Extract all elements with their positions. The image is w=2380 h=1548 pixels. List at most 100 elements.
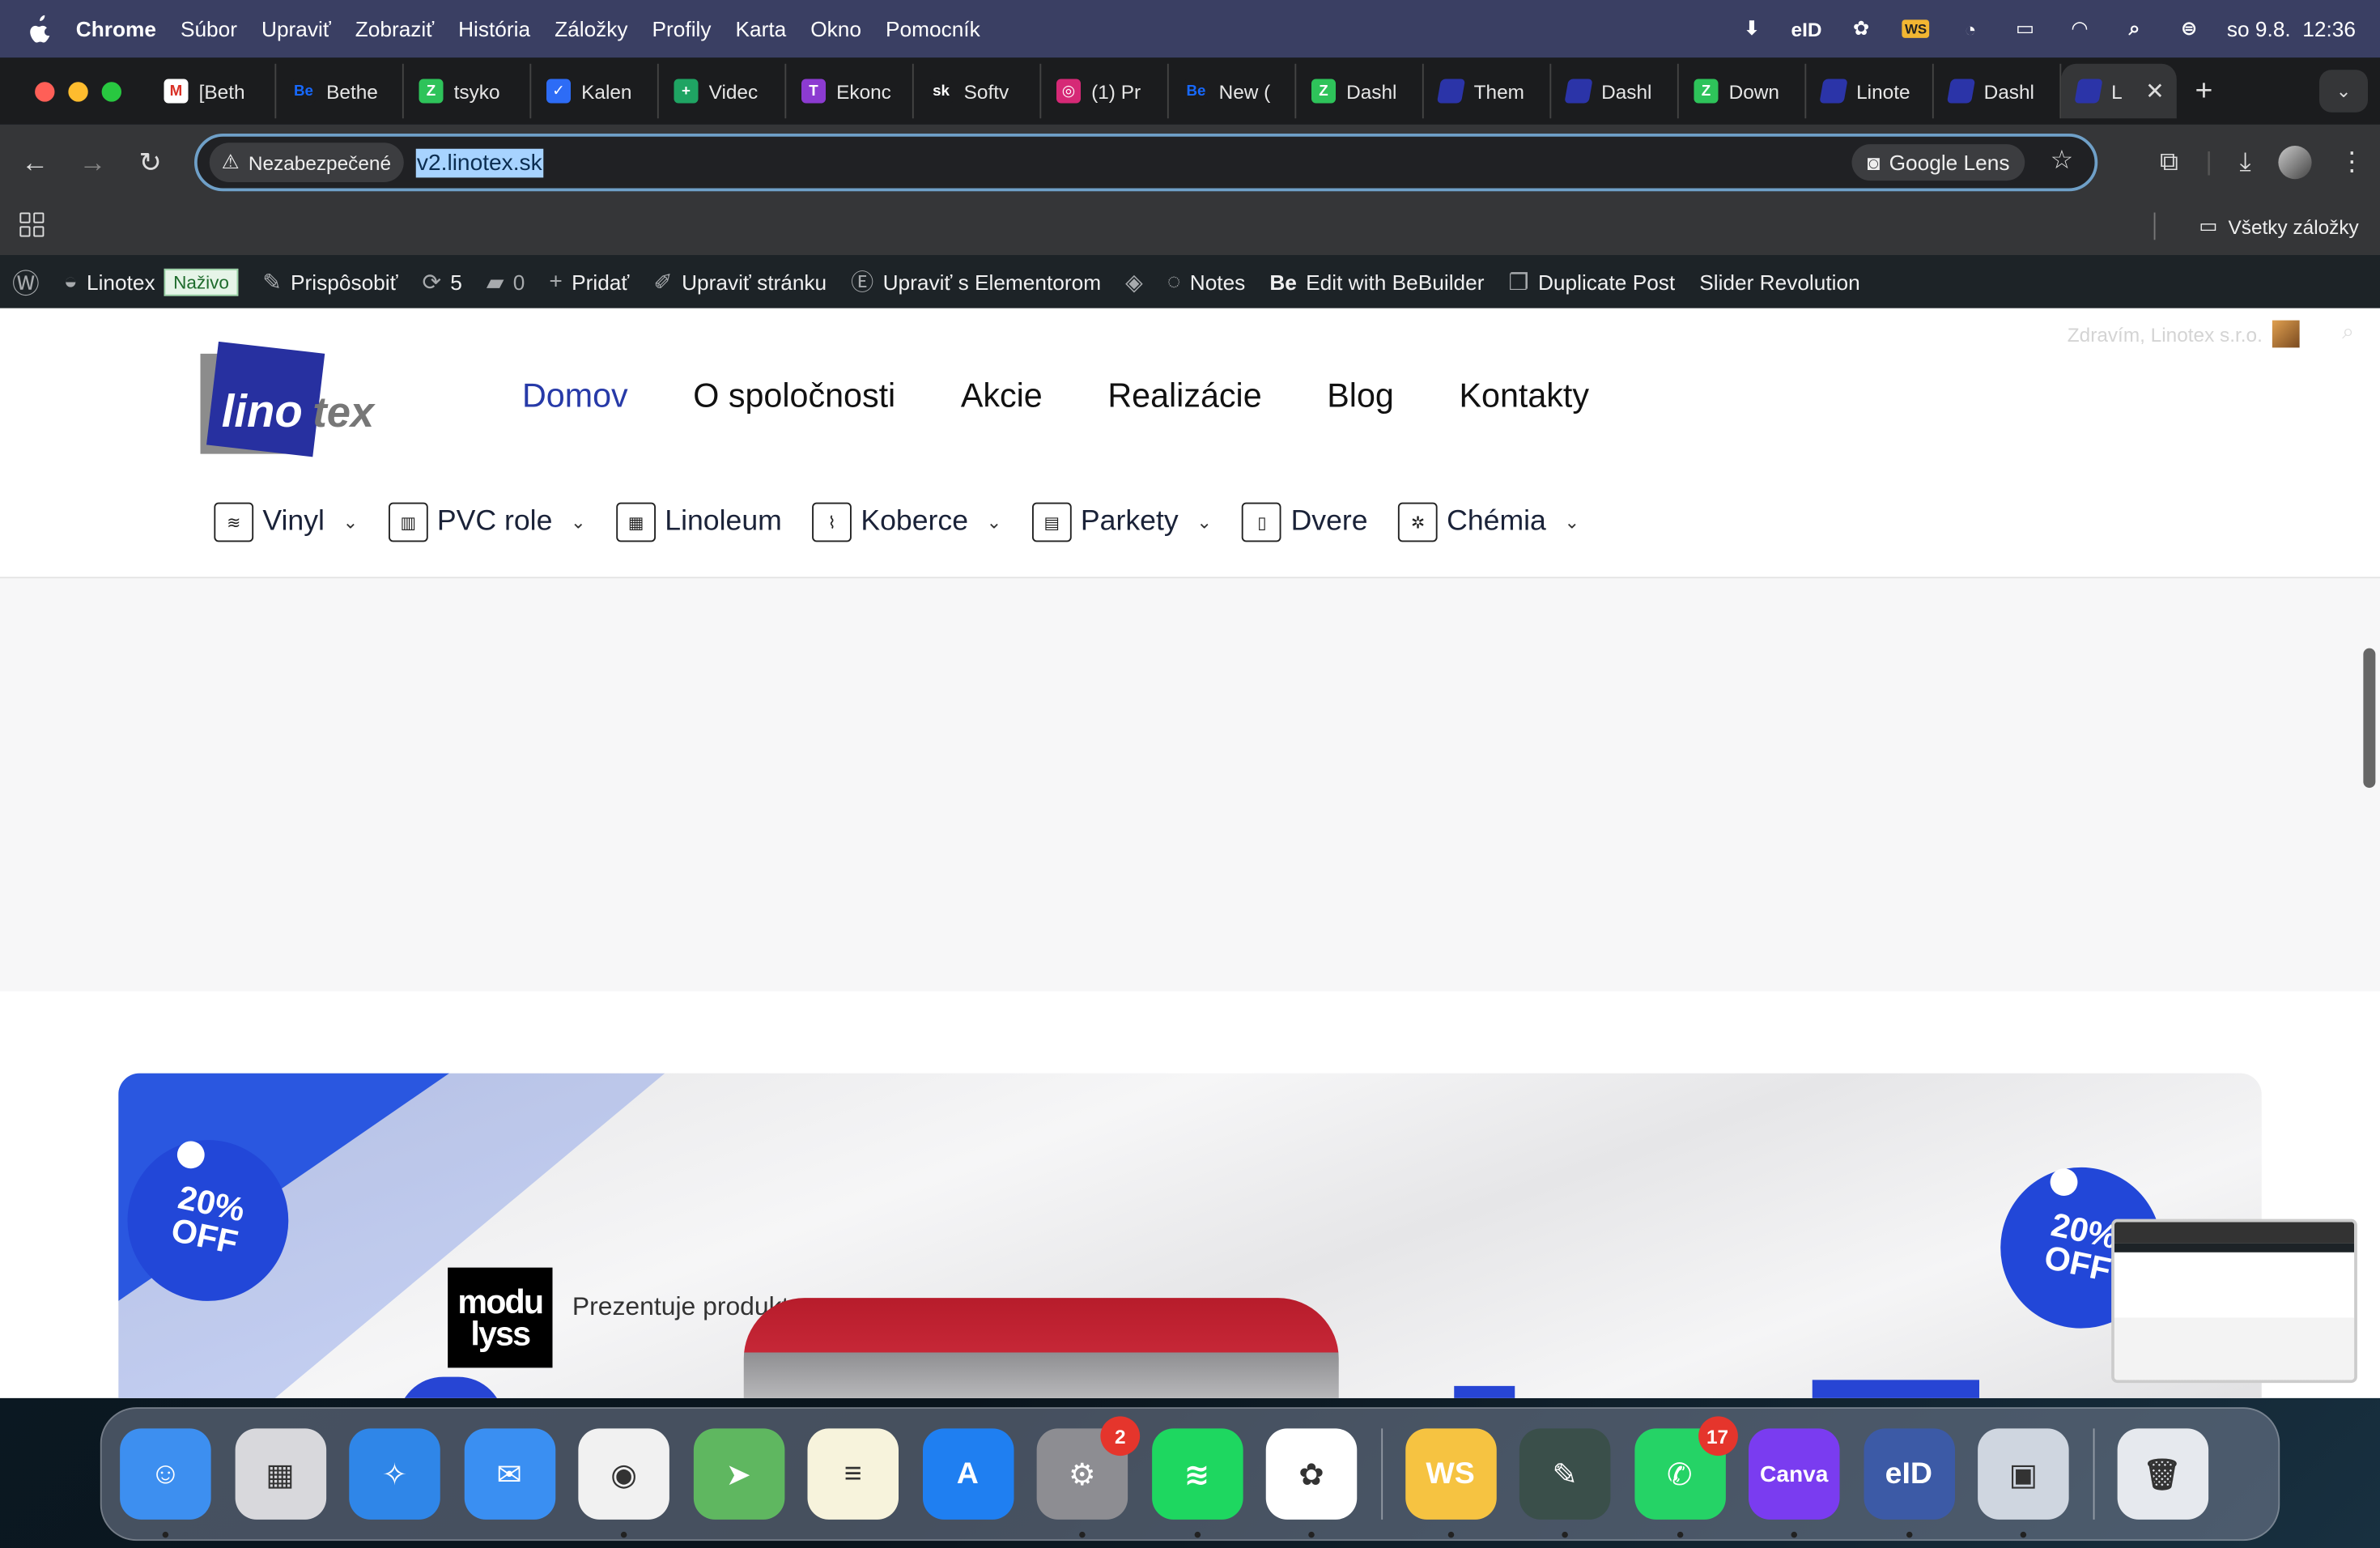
system-settings-icon[interactable]: ⚙ 2 — [1036, 1416, 1141, 1538]
page-scrollbar[interactable] — [2363, 648, 2376, 789]
all-bookmarks-button[interactable]: ▭ Všetky záložky — [2199, 214, 2358, 238]
nav-o-spolocnosti[interactable]: O spoločnosti — [693, 376, 895, 416]
nav-akcie[interactable]: Akcie — [961, 376, 1043, 416]
bookmark-star-icon[interactable]: ☆ — [2051, 146, 2074, 176]
wp-notes-link[interactable]: ◌ Notes — [1155, 255, 1258, 308]
user-greeting[interactable]: Zdravím, Linotex s.r.o. — [2068, 320, 2299, 348]
ws-status-icon[interactable]: WS — [1899, 15, 1932, 43]
tab[interactable]: Linote — [1806, 63, 1934, 119]
menu-karta[interactable]: Karta — [735, 17, 786, 41]
menu-okno[interactable]: Okno — [810, 17, 861, 41]
profile-avatar[interactable] — [2278, 146, 2312, 180]
tab[interactable]: ◎ (1) Pr — [1041, 63, 1169, 119]
search-icon[interactable]: ⌕ — [2342, 319, 2354, 345]
close-window-button[interactable] — [35, 81, 55, 101]
apple-icon[interactable] — [24, 14, 55, 45]
mail-icon[interactable]: ✉ — [463, 1428, 555, 1520]
battery-icon[interactable]: ▭ — [2008, 15, 2042, 43]
whatsapp-icon[interactable]: ✆ 17 — [1634, 1416, 1737, 1538]
wp-duplicate-link[interactable]: ❐ Duplicate Post — [1496, 255, 1687, 308]
app-store-icon[interactable]: A — [922, 1428, 1014, 1520]
trash-icon[interactable]: 🗑 — [2116, 1428, 2208, 1520]
tab[interactable]: Z Down — [1679, 63, 1807, 119]
close-tab-icon[interactable]: ✕ — [2145, 78, 2165, 105]
wp-edit-page-link[interactable]: ✐ Upraviť stránku — [641, 255, 839, 308]
nav-domov[interactable]: Domov — [522, 376, 628, 416]
apps-grid-icon[interactable] — [19, 212, 45, 237]
wp-slider-link[interactable]: Slider Revolution — [1687, 255, 1872, 308]
eid-status-icon[interactable]: eID — [1790, 15, 1823, 43]
tab-search-button[interactable]: ⌄ — [2319, 70, 2368, 113]
tab[interactable]: T Ekonc — [786, 63, 914, 119]
chevron-down-icon[interactable]: ⌄ — [571, 512, 586, 533]
zoom-window-button[interactable] — [101, 81, 121, 101]
preview-icon[interactable]: ▣ — [1978, 1428, 2069, 1538]
menu-upravit[interactable]: Upraviť — [261, 17, 331, 41]
chrome-icon[interactable]: ◉ — [578, 1428, 669, 1538]
extensions-icon[interactable]: ⧉ — [2160, 147, 2178, 178]
menu-profily[interactable]: Profily — [652, 17, 712, 41]
wordpress-logo-button[interactable]: Ⓦ — [0, 255, 52, 308]
wp-add-new-link[interactable]: + Pridať — [537, 255, 641, 308]
tab[interactable]: Be Bethe — [276, 63, 404, 119]
chatgpt-status-icon[interactable]: ✿ — [1844, 15, 1877, 43]
launchpad-icon[interactable]: ▦ — [234, 1428, 326, 1520]
menubar-clock[interactable]: so 9.8. 12:36 — [2227, 17, 2356, 41]
eid-icon[interactable]: eID — [1863, 1428, 1955, 1538]
chevron-down-icon[interactable]: ⌄ — [1564, 512, 1579, 533]
menu-historia[interactable]: História — [458, 17, 530, 41]
chatgpt-icon[interactable]: ✿ — [1265, 1428, 1358, 1538]
tab[interactable]: Ztsyko — [404, 63, 532, 119]
control-center-icon[interactable]: ⊜ — [2172, 15, 2205, 43]
more-menu-icon[interactable]: ⋮ — [2339, 147, 2365, 178]
chevron-down-icon[interactable]: ⌄ — [342, 512, 358, 533]
category-item-parkety[interactable]: ▤ Parkety ⌄ — [1031, 502, 1212, 542]
downloads-tray-icon[interactable]: ⬇ — [1735, 15, 1768, 43]
chevron-down-icon[interactable]: ⌄ — [987, 512, 1002, 533]
category-item-pvc-role[interactable]: ▥ PVC role ⌄ — [388, 502, 586, 542]
category-item-dvere[interactable]: ▯ Dvere — [1242, 502, 1368, 542]
wp-updates-link[interactable]: ⟳ 5 — [410, 255, 474, 308]
new-tab-button[interactable]: + — [2177, 64, 2232, 119]
back-button[interactable]: ← — [6, 134, 64, 191]
nav-realizacie[interactable]: Realizácie — [1107, 376, 1261, 416]
menu-zalozky[interactable]: Záložky — [555, 17, 627, 41]
category-item-vinyl[interactable]: ≋ Vinyl ⌄ — [214, 502, 358, 542]
spotlight-search-icon[interactable]: ⌕ — [2118, 15, 2151, 43]
download-icon[interactable]: ⤓ — [2240, 147, 2251, 178]
canva-icon[interactable]: Canva — [1749, 1428, 1840, 1538]
reload-button[interactable]: ↻ — [121, 134, 179, 191]
category-item-linoleum[interactable]: ▦ Linoleum — [616, 502, 782, 542]
wp-bebuilder-link[interactable]: Be Edit with BeBuilder — [1257, 255, 1496, 308]
wp-comments-link[interactable]: ▰ 0 — [474, 255, 538, 308]
ws-app-icon[interactable]: WS — [1405, 1428, 1496, 1538]
category-item-koberce[interactable]: ⌇ Koberce ⌄ — [812, 502, 1002, 542]
security-chip[interactable]: ⚠ Nezabezpečené — [209, 142, 404, 182]
url-text[interactable]: v2.linotex.sk — [415, 147, 544, 177]
nav-blog[interactable]: Blog — [1327, 376, 1394, 416]
menu-app-chrome[interactable]: Chrome — [76, 17, 156, 41]
wp-elementor-link[interactable]: Ⓔ Upraviť s Elementorom — [839, 255, 1113, 308]
tab[interactable]: M [Beth — [149, 63, 277, 119]
category-item-chémia[interactable]: ✲ Chémia ⌄ — [1398, 502, 1579, 542]
screenshot-thumbnail[interactable] — [2111, 1218, 2357, 1384]
minimize-window-button[interactable] — [68, 81, 88, 101]
wp-diamond-link[interactable]: ◈ — [1113, 255, 1155, 308]
wp-site-link[interactable]: ◒ Linotex Naživo — [52, 255, 250, 308]
tab[interactable]: ✓ Kalen — [531, 63, 659, 119]
tab[interactable]: Be New ( — [1169, 63, 1297, 119]
wp-customize-link[interactable]: ✎ Prispôsobiť — [250, 255, 410, 308]
promo-banner[interactable]: 20% OFF 20% OFF modu lyss Prezentuje pro… — [118, 1073, 2262, 1398]
forward-button[interactable]: → — [64, 134, 121, 191]
chevron-down-icon[interactable]: ⌄ — [1196, 512, 1212, 533]
menu-zobrazit[interactable]: Zobraziť — [355, 17, 434, 41]
nav-kontakty[interactable]: Kontakty — [1459, 376, 1589, 416]
notes-icon[interactable]: ≡ — [807, 1428, 899, 1520]
address-bar[interactable]: ⚠ Nezabezpečené v2.linotex.sk ◙ Google L… — [194, 134, 2098, 192]
maps-icon[interactable]: ➤ — [692, 1428, 784, 1520]
brush-app-icon[interactable]: ✎ — [1519, 1428, 1611, 1538]
finder-icon[interactable]: ☺ — [120, 1428, 211, 1538]
google-lens-button[interactable]: ◙ Google Lens — [1851, 144, 2025, 181]
tab[interactable]: Z Dashl — [1296, 63, 1424, 119]
menu-subor[interactable]: Súbor — [181, 17, 237, 41]
